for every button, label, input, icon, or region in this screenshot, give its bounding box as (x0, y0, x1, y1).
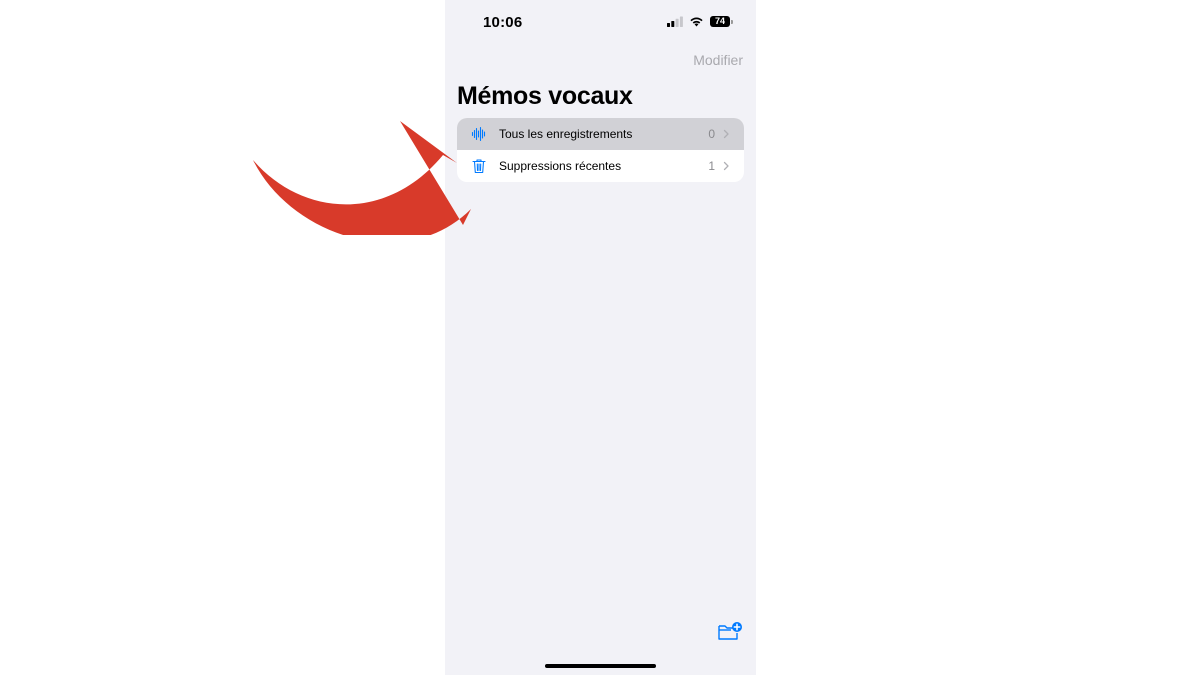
folder-count: 1 (708, 159, 715, 173)
status-bar: 10:06 74 (445, 0, 756, 44)
cellular-signal-icon (667, 16, 683, 27)
edit-button[interactable]: Modifier (693, 52, 743, 68)
home-indicator (545, 664, 656, 668)
wifi-icon (690, 17, 703, 27)
chevron-right-icon (723, 161, 729, 171)
folder-count: 0 (708, 127, 715, 141)
folder-label: Tous les enregistrements (499, 127, 633, 141)
folder-label: Suppressions récentes (499, 159, 622, 173)
new-folder-button[interactable] (717, 620, 743, 642)
annotation-arrow-icon (253, 121, 471, 235)
status-time: 10:06 (483, 14, 523, 31)
status-icons: 74 (667, 16, 733, 27)
folder-row-all-recordings[interactable]: Tous les enregistrements 0 (457, 118, 744, 150)
battery-icon: 74 (710, 16, 733, 27)
folder-list: Tous les enregistrements 0 Suppressions … (457, 118, 744, 182)
folder-row-recently-deleted[interactable]: Suppressions récentes 1 (457, 150, 744, 182)
phone-screen: 10:06 74 Modifier Mémos vocaux Tous les … (445, 0, 756, 675)
chevron-right-icon (723, 129, 729, 139)
screenshot-stage: 10:06 74 Modifier Mémos vocaux Tous les … (0, 0, 1200, 675)
page-title: Mémos vocaux (457, 82, 633, 110)
